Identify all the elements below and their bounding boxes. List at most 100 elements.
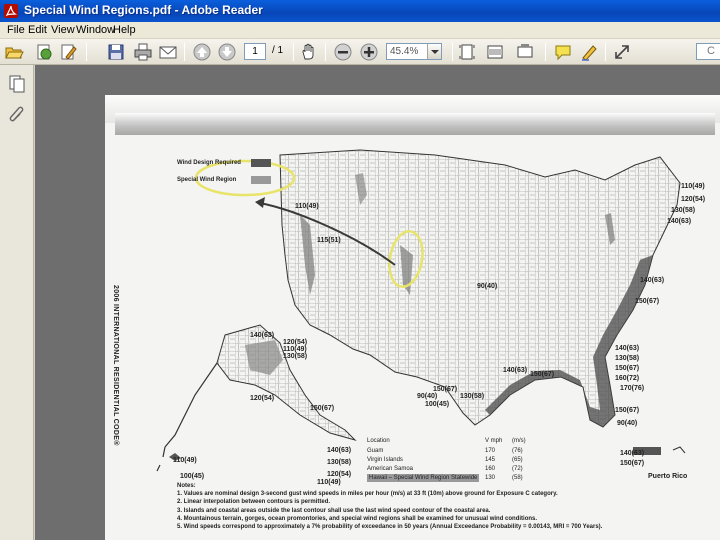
legend-swatch-special	[251, 176, 271, 184]
wind-label: 110(49)	[295, 203, 319, 210]
wind-label: 120(54)	[250, 395, 275, 402]
table-cell: Hawaii – Special Wind Region Statewide	[367, 474, 480, 482]
expand-icon[interactable]	[612, 42, 632, 62]
fit-width-icon[interactable]	[485, 42, 505, 62]
table-cell: (76)	[512, 448, 523, 454]
zoom-value: 45.4%	[390, 46, 419, 57]
wind-label: 90(40)	[617, 420, 638, 427]
adobe-reader-window: Special Wind Regions.pdf - Adobe Reader …	[0, 0, 720, 540]
toolbar-separator	[86, 43, 87, 61]
location-table: Location V mph (m/s) Guam 170 (76) Virgi…	[367, 437, 567, 485]
menu-file[interactable]: File	[7, 24, 25, 36]
attachments-panel-icon[interactable]	[7, 105, 27, 125]
table-cell: 160	[485, 466, 496, 472]
hand-tool-icon[interactable]	[299, 42, 319, 62]
next-page-icon[interactable]	[217, 42, 237, 62]
title-bar[interactable]: Special Wind Regions.pdf - Adobe Reader	[0, 0, 720, 22]
note-line: 1. Values are nominal design 3-second gu…	[177, 491, 558, 498]
zoom-select[interactable]: 45.4%	[386, 43, 442, 60]
table-header-location: Location	[367, 438, 390, 444]
legend-swatch-design	[251, 159, 271, 167]
comment-icon[interactable]	[553, 42, 573, 62]
wind-label: 100(45)	[425, 401, 450, 408]
search-input[interactable]: C	[696, 43, 720, 60]
menu-help[interactable]: Help	[113, 24, 136, 36]
wind-label: 130(58)	[671, 207, 696, 214]
table-cell: (65)	[512, 457, 523, 463]
wind-label: 120(54)	[681, 196, 706, 203]
wind-label: 130(58)	[460, 393, 485, 400]
toolbar-separator	[293, 43, 294, 61]
open-folder-icon[interactable]	[4, 42, 24, 62]
print-icon[interactable]	[133, 42, 153, 62]
table-header-vmph: V mph	[485, 438, 503, 444]
wind-label: 90(40)	[477, 283, 498, 290]
toolbar: 1 / 1 45.4% C	[0, 39, 720, 65]
notes-heading: Notes:	[177, 483, 196, 489]
wind-label: 110(49)	[681, 183, 705, 190]
toolbar-separator	[325, 43, 326, 61]
wind-label: 140(63)	[503, 367, 528, 374]
wind-label: 120(54)	[283, 339, 308, 346]
navigation-pane	[0, 65, 34, 540]
zoom-out-icon[interactable]	[333, 42, 353, 62]
table-cell: (72)	[512, 466, 523, 472]
wind-label: 90(40)	[417, 393, 438, 400]
toolbar-separator	[184, 43, 185, 61]
save-icon[interactable]	[106, 42, 126, 62]
wind-label: 140(63)	[620, 450, 645, 457]
chevron-down-icon[interactable]	[427, 44, 441, 59]
wind-label: 150(67)	[615, 365, 640, 372]
read-mode-icon[interactable]	[515, 42, 535, 62]
previous-page-icon[interactable]	[192, 42, 212, 62]
notes-block: Notes: 1. Values are nominal design 3-se…	[177, 482, 602, 531]
adobe-reader-icon[interactable]	[3, 3, 19, 19]
note-line: 2. Linear interpolation between contours…	[177, 499, 331, 506]
wind-label: 100(45)	[180, 473, 205, 480]
menu-bar: File Edit View Window Help	[0, 22, 720, 39]
menu-edit[interactable]: Edit	[28, 24, 47, 36]
toolbar-separator	[452, 43, 453, 61]
wind-label: 110(49)	[173, 457, 197, 464]
window-title: Special Wind Regions.pdf - Adobe Reader	[24, 3, 263, 17]
table-header-ms: (m/s)	[512, 438, 526, 444]
zoom-in-icon[interactable]	[359, 42, 379, 62]
toolbar-separator	[545, 43, 546, 61]
table-cell: Guam	[367, 448, 384, 454]
create-pdf-icon[interactable]	[34, 42, 54, 62]
menu-view[interactable]: View	[51, 24, 75, 36]
legend-design-required: Wind Design Required	[177, 160, 241, 166]
pages-panel-icon[interactable]	[7, 73, 27, 93]
table-cell: Virgin Islands	[367, 457, 403, 463]
table-cell: (58)	[512, 475, 523, 481]
pdf-page[interactable]: 2006 INTERNATIONAL RESIDENTIAL CODE® Win…	[105, 95, 720, 540]
note-line: 3. Islands and coastal areas outside the…	[177, 507, 491, 514]
wind-label: 150(67)	[530, 371, 555, 378]
fit-page-icon[interactable]	[457, 42, 477, 62]
puerto-rico-label: Puerto Rico	[648, 473, 688, 480]
wind-label: 170(76)	[620, 385, 645, 392]
note-line: 5. Wind speeds correspond to approximate…	[177, 524, 603, 531]
note-line: 4. Mountainous terrain, gorges, ocean pr…	[177, 515, 538, 522]
wind-label: 140(63)	[640, 277, 665, 284]
side-title: 2006 INTERNATIONAL RESIDENTIAL CODE®	[112, 285, 119, 446]
email-icon[interactable]	[158, 42, 178, 62]
sign-icon[interactable]	[579, 42, 599, 62]
page-total: / 1	[272, 45, 284, 56]
wind-label: 160(72)	[615, 375, 640, 382]
toolbar-separator	[605, 43, 606, 61]
legend-special-region: Special Wind Region	[177, 177, 237, 183]
wind-label: 150(67)	[635, 298, 660, 305]
wind-label: 140(63)	[250, 332, 275, 339]
menu-window[interactable]: Window	[76, 24, 115, 36]
wind-label: 140(63)	[615, 345, 640, 352]
wind-label: 150(67)	[620, 460, 645, 467]
table-cell: 130	[485, 475, 496, 481]
wind-label: 130(58)	[283, 353, 308, 360]
wind-label: 110(49)	[283, 346, 307, 353]
table-cell: 145	[485, 457, 496, 463]
page-number-input[interactable]: 1	[244, 43, 266, 60]
document-area[interactable]: 2006 INTERNATIONAL RESIDENTIAL CODE® Win…	[35, 65, 720, 540]
edit-pdf-icon[interactable]	[58, 42, 78, 62]
wind-label: 140(63)	[327, 447, 352, 454]
